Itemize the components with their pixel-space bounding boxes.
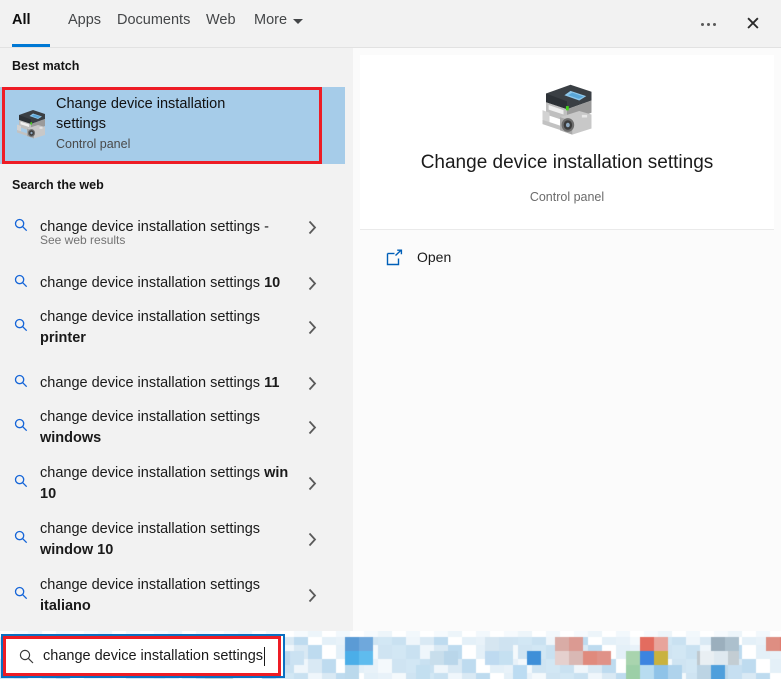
preview-card: Change device installation settings Cont… [360, 55, 774, 230]
web-suggestion-row[interactable]: change device installation settings ital… [0, 568, 345, 624]
search-icon [14, 586, 28, 600]
tab-documents[interactable]: Documents [117, 12, 190, 48]
chevron-right-icon[interactable] [308, 476, 317, 491]
search-filter-tabbar: All Apps Documents Web More ✕ [0, 0, 781, 48]
best-match-subtitle: Control panel [56, 137, 131, 151]
printer-device-icon [542, 84, 592, 135]
more-options-icon[interactable] [692, 8, 724, 40]
chevron-right-icon[interactable] [308, 220, 317, 235]
open-action-label: Open [417, 249, 452, 265]
close-icon[interactable]: ✕ [736, 8, 770, 40]
chevron-right-icon[interactable] [308, 276, 317, 291]
search-results-pane: Best match Change device installation se… [0, 48, 353, 631]
web-suggestion-row[interactable]: change device installation settings prin… [0, 300, 345, 356]
preview-pane: Change device installation settings Cont… [353, 48, 781, 631]
search-the-web-heading: Search the web [12, 178, 104, 192]
search-icon [14, 274, 28, 288]
best-match-result[interactable]: Change device installation settings Cont… [0, 87, 345, 164]
text-cursor [264, 647, 265, 666]
search-input-value: change device installation settings [43, 648, 264, 664]
web-suggestion-label: change device installation settings 11 [40, 375, 280, 391]
chevron-right-icon[interactable] [308, 588, 317, 603]
web-suggestion-row[interactable]: change device installation settings - See… [0, 200, 345, 256]
best-match-heading: Best match [12, 59, 80, 73]
web-suggestion-label: change device installation settings wind… [40, 521, 261, 558]
search-icon [14, 318, 28, 332]
open-external-icon [386, 249, 403, 266]
taskbar-search-input[interactable]: change device installation settings [1, 634, 285, 678]
tab-apps[interactable]: Apps [68, 12, 101, 48]
search-icon [14, 530, 28, 544]
printer-device-icon [17, 110, 45, 139]
web-suggestion-row[interactable]: change device installation settings wind… [0, 512, 345, 568]
search-icon [14, 218, 28, 232]
search-icon [19, 649, 34, 664]
search-icon [14, 374, 28, 388]
web-suggestion-label: change device installation settings ital… [40, 577, 261, 614]
open-action-row[interactable]: Open [360, 238, 774, 278]
preview-title: Change device installation settings [420, 152, 714, 173]
search-icon [14, 474, 28, 488]
chevron-right-icon[interactable] [308, 376, 317, 391]
active-tab-indicator [12, 44, 50, 47]
chevron-right-icon[interactable] [308, 420, 317, 435]
web-suggestion-row[interactable]: change device installation settings win … [0, 456, 345, 512]
search-icon [14, 418, 28, 432]
tab-web[interactable]: Web [206, 12, 236, 48]
web-suggestion-row[interactable]: change device installation settings wind… [0, 400, 345, 456]
chevron-right-icon[interactable] [308, 532, 317, 547]
chevron-down-icon[interactable] [293, 19, 303, 24]
web-suggestion-label: change device installation settings win … [40, 465, 289, 502]
best-match-title: Change device installation settings [56, 96, 226, 132]
web-suggestion-label: change device installation settings wind… [40, 409, 261, 446]
preview-subtitle: Control panel [529, 190, 605, 204]
windows-search-flyout: All Apps Documents Web More ✕ Best match [0, 0, 781, 679]
tab-all[interactable]: All [12, 12, 31, 48]
web-suggestion-label: change device installation settings prin… [40, 309, 261, 346]
chevron-right-icon[interactable] [308, 320, 317, 335]
web-suggestion-label: change device installation settings 10 [40, 275, 281, 291]
web-suggestion-sublabel: See web results [40, 233, 126, 247]
tab-more[interactable]: More [254, 12, 287, 48]
